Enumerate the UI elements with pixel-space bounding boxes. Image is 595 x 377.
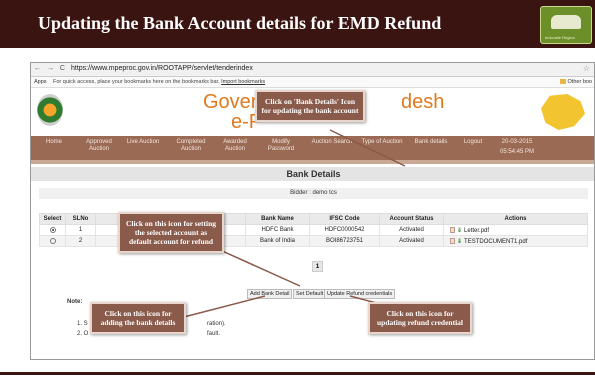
note-line-1-end: ration).: [207, 321, 226, 327]
select-radio[interactable]: [49, 237, 56, 244]
corner-logo: Indovalle Region: [540, 6, 592, 44]
browser-nav-icons[interactable]: ← → C: [34, 65, 67, 72]
callout-update-refund: Click on this icon for updating refund c…: [368, 302, 472, 334]
nav-logout[interactable]: Logout: [459, 139, 487, 146]
row-actions: ⇓ Letter.pdf: [443, 224, 588, 236]
nav-time: 05:54:45 PM: [499, 149, 535, 155]
nav-bank-details[interactable]: Bank details: [409, 139, 453, 146]
callout-set-default: Click on this icon for setting the selec…: [118, 212, 224, 253]
col-bank-name: Bank Name: [245, 213, 310, 225]
note-label: Note:: [67, 299, 83, 305]
nav-home[interactable]: Home: [39, 139, 69, 146]
nav-date: 20-03-2015: [501, 139, 533, 145]
slide-title: Updating the Bank Account details for EM…: [38, 13, 442, 33]
import-bookmarks-link[interactable]: Import bookmarks: [221, 79, 265, 85]
page-title: Bank Details: [31, 167, 594, 181]
col-select: Select: [39, 213, 66, 225]
nav-completed-auction[interactable]: Completed Auction: [171, 139, 211, 153]
file-link[interactable]: Letter.pdf: [464, 228, 489, 234]
page-number[interactable]: 1: [312, 261, 323, 272]
address-bar[interactable]: ← → C https://www.mpeproc.gov.in/ROOTAPP…: [31, 63, 594, 77]
update-refund-credentials-button[interactable]: Update Refund credentials: [324, 289, 396, 299]
nav-live-auction[interactable]: Live Auction: [123, 139, 163, 146]
add-bank-detail-button[interactable]: Add Bank Detail: [247, 289, 293, 299]
row-ifsc: BOI86723751: [309, 235, 380, 247]
callout-add-bank: Click on this icon for adding the bank d…: [90, 302, 186, 334]
bookmarks-bar: Apps For quick access, place your bookma…: [31, 77, 594, 88]
state-map-icon: [541, 94, 585, 130]
download-icon[interactable]: ⇓: [457, 239, 462, 245]
row-slno: 2: [65, 235, 96, 247]
bidder-label: Bidder : demo tcs: [39, 188, 588, 199]
download-icon[interactable]: ⇓: [457, 228, 462, 234]
col-actions: Actions: [443, 213, 588, 225]
callout-bank-details: Click on 'Bank Details' Icon for updatin…: [255, 90, 365, 122]
col-status: Account Status: [379, 213, 444, 225]
note-line-2: 2. O: [77, 331, 89, 337]
note-line-2-end: fault.: [207, 331, 221, 337]
slide-title-bar: Updating the Bank Account details for EM…: [0, 0, 595, 48]
col-ifsc: IFSC Code: [309, 213, 380, 225]
tutorial-slide: Updating the Bank Account details for EM…: [0, 0, 595, 377]
edit-doc-icon[interactable]: [450, 237, 455, 244]
nav-approved-auction[interactable]: Approved Auction: [81, 139, 117, 153]
nav-auction-search[interactable]: Auction Search: [307, 139, 357, 146]
col-slno: SLNo: [65, 213, 96, 225]
row-actions: ⇓ TESTDOCUMENT1.pdf: [443, 235, 588, 247]
file-link[interactable]: TESTDOCUMENT1.pdf: [464, 239, 527, 245]
main-nav: Home Approved Auction Live Auction Compl…: [31, 136, 594, 160]
row-bank: HDFC Bank: [245, 224, 310, 236]
url-text[interactable]: https://www.mpeproc.gov.in/ROOTAPP/servl…: [71, 65, 253, 72]
edit-doc-icon[interactable]: [450, 226, 455, 233]
nav-modify-password[interactable]: Modify Password: [263, 139, 299, 153]
select-radio[interactable]: [49, 226, 56, 233]
site-title-right: desh: [401, 91, 445, 113]
row-status: Activated: [379, 235, 444, 247]
other-bookmarks[interactable]: Other boo: [560, 79, 592, 85]
nav-awarded-auction[interactable]: Awarded Auction: [217, 139, 253, 153]
bookmarks-hint: For quick access, place your bookmarks h…: [53, 79, 220, 85]
row-bank: Bank of India: [245, 235, 310, 247]
row-ifsc: HDFC0000542: [309, 224, 380, 236]
star-icon[interactable]: ☆: [583, 64, 590, 73]
set-default-button[interactable]: Set Default: [293, 289, 327, 299]
nav-type-of-auction[interactable]: Type of Auction: [357, 139, 407, 146]
apps-button[interactable]: Apps: [34, 79, 47, 85]
row-slno: 1: [65, 224, 96, 236]
note-line-1: 1. S: [77, 321, 88, 327]
row-status: Activated: [379, 224, 444, 236]
state-emblem-icon: [37, 94, 63, 126]
